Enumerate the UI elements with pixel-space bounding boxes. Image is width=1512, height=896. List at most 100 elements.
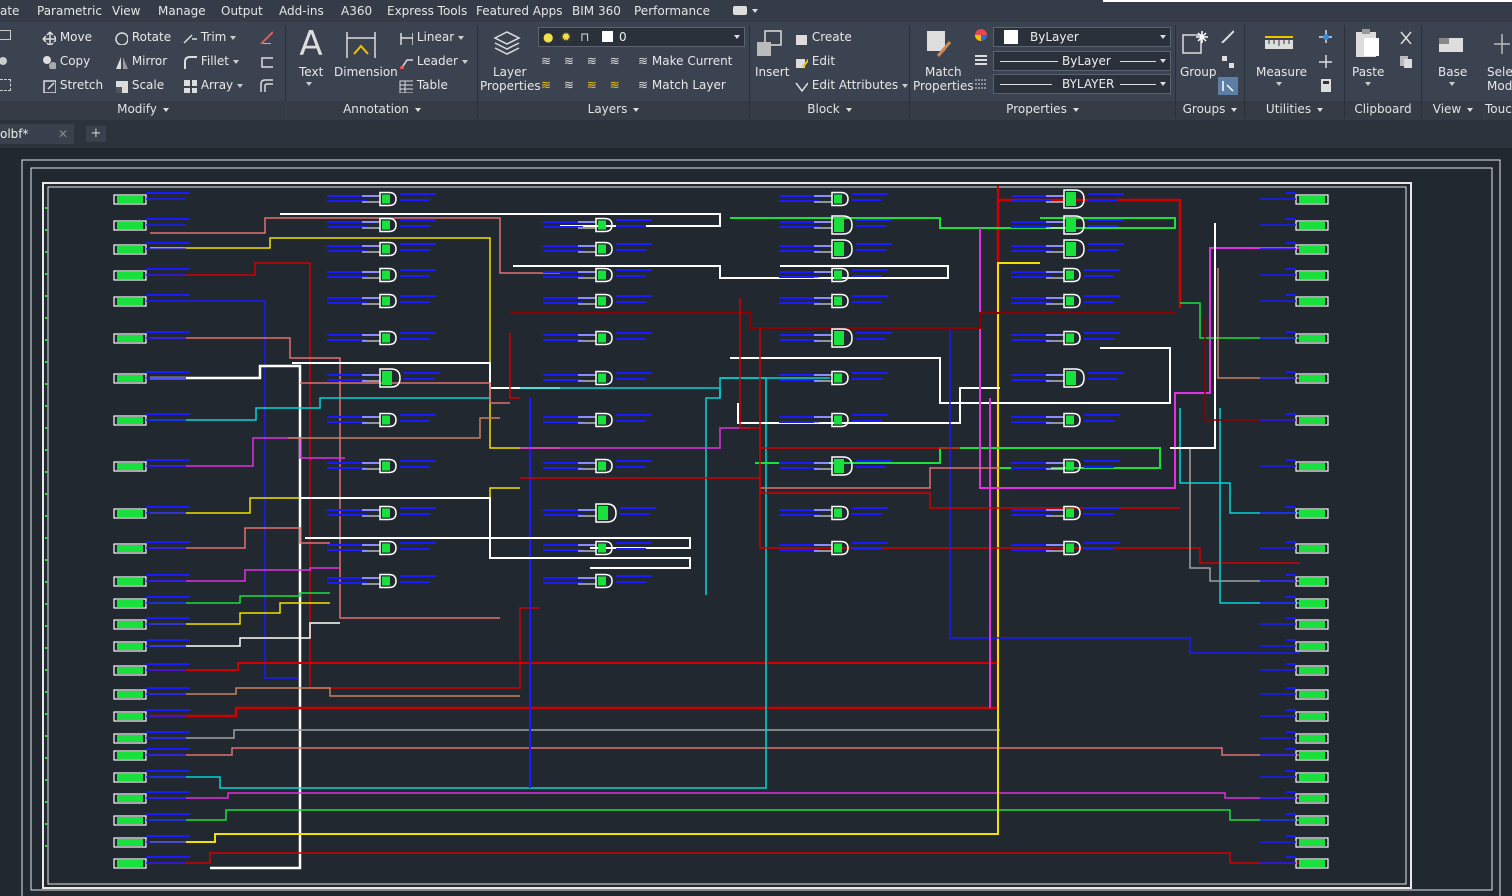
tab-output[interactable]: Output [221,4,263,18]
edit-block-button[interactable]: Edit [794,54,835,69]
file-tab[interactable]: olbf* ✕ [0,124,74,144]
drawing-canvas[interactable] [0,148,1512,896]
chevron-down-icon[interactable] [461,59,468,64]
tab-add-ins[interactable]: Add-ins [279,4,324,18]
layer-freeze-icon[interactable]: ≋ [587,54,597,68]
tab-performance[interactable]: Performance [634,4,710,18]
trim-button[interactable]: Trim [183,30,237,45]
offset-icon[interactable] [259,78,273,92]
select-mode-label-2[interactable]: Mod [1487,79,1512,93]
block-panel-title[interactable]: Block [750,101,909,120]
group-selection-icon[interactable] [1218,77,1238,95]
chevron-down-icon[interactable] [237,83,244,88]
chevron-down-icon[interactable] [232,59,239,64]
match-properties-icon[interactable] [924,28,954,58]
view-panel-title[interactable]: View [1422,101,1484,120]
measure-label[interactable]: Measure [1256,65,1307,79]
id-point-icon[interactable] [1318,54,1332,68]
base-label[interactable]: Base [1438,65,1467,79]
copy-button[interactable]: Copy [42,54,90,70]
layer-unisolate-icon[interactable]: ≋ [564,78,574,92]
utilities-panel-title[interactable]: Utilities [1245,101,1344,120]
linear-button[interactable]: Linear [399,30,465,45]
draw-tool-icon[interactable] [0,79,11,91]
table-button[interactable]: Table [399,78,448,93]
paste-icon[interactable] [1354,27,1382,59]
layers-panel-title[interactable]: Layers [478,101,749,120]
color-dropdown[interactable]: ByLayer [993,27,1171,47]
tab-bim-360[interactable]: BIM 360 [572,4,621,18]
drawing-svg[interactable] [0,148,1512,896]
array-button[interactable]: Array [183,78,244,94]
layer-thaw-icon[interactable]: ≋ [587,78,597,92]
tab-partial[interactable]: ate [0,4,19,18]
measure-icon[interactable] [1264,34,1294,54]
chevron-down-icon[interactable] [306,82,312,86]
annotation-panel-title[interactable]: Annotation [287,101,477,120]
tab-express-tools[interactable]: Express Tools [387,4,467,18]
dimension-label[interactable]: Dimension [334,65,398,79]
clipboard-panel-title[interactable]: Clipboard [1345,101,1421,120]
chevron-down-icon[interactable] [1276,82,1282,86]
new-tab-button[interactable]: + [86,126,106,142]
base-view-icon[interactable] [1436,32,1466,56]
group-label[interactable]: Group [1180,65,1217,79]
draw-tool-icon[interactable] [0,30,11,40]
make-current-button[interactable]: ≋ Make Current [638,54,732,68]
create-block-button[interactable]: Create [794,30,852,45]
color-wheel-icon[interactable] [974,28,988,42]
select-mode-label-1[interactable]: Selec [1487,65,1512,79]
move-button[interactable]: Move [42,30,92,47]
stretch-button[interactable]: Stretch [42,78,103,94]
insert-block-icon[interactable] [753,28,785,60]
layer-properties-icon[interactable] [492,28,522,58]
chevron-down-icon[interactable] [230,35,237,40]
group-edit-icon[interactable] [1220,54,1234,68]
chevron-down-icon[interactable] [902,83,909,88]
lineweight-dropdown[interactable]: BYLAYER [993,74,1171,94]
match-properties-label-2[interactable]: Properties [913,79,974,93]
scale-button[interactable]: Scale [114,78,164,93]
modify-panel-title[interactable]: Modify [0,101,286,120]
erase-icon[interactable] [259,30,273,44]
layer-isolate-icon[interactable]: ≋ [564,54,574,68]
quick-select-icon[interactable] [1318,29,1332,43]
insert-label[interactable]: Insert [755,65,789,79]
tab-a360[interactable]: A360 [341,4,372,18]
match-properties-label-1[interactable]: Match [925,65,962,79]
chevron-down-icon[interactable] [458,35,465,40]
chevron-down-icon[interactable] [1365,82,1371,86]
rotate-button[interactable]: Rotate [114,30,171,46]
layer-properties-label-1[interactable]: Layer [493,65,526,79]
properties-panel-title[interactable]: Properties [910,101,1175,120]
touch-panel-title[interactable]: Touc [1485,101,1512,120]
linetype-icon[interactable] [974,77,988,91]
cut-icon[interactable] [1398,30,1412,44]
chevron-down-icon[interactable] [1449,82,1455,86]
copy-clip-icon[interactable] [1398,54,1412,68]
paste-label[interactable]: Paste [1352,65,1384,79]
close-icon[interactable]: ✕ [58,127,68,141]
chevron-down-icon[interactable] [752,9,758,13]
linetype-dropdown[interactable]: ByLayer [993,51,1171,71]
group-icon[interactable] [1180,27,1212,59]
match-layer-button[interactable]: ≋ Match Layer [638,78,726,92]
tab-parametric[interactable]: Parametric [37,4,102,18]
ungroup-icon[interactable] [1220,29,1234,43]
explode-icon[interactable] [259,54,273,68]
leader-button[interactable]: Leader [399,54,468,70]
layer-properties-label-2[interactable]: Properties [480,79,541,93]
layer-unlock-icon[interactable]: ≋ [610,78,620,92]
workspace-icon[interactable] [733,6,747,15]
groups-panel-title[interactable]: Groups [1176,101,1244,120]
mirror-button[interactable]: Mirror [114,54,167,69]
lineweight-icon[interactable] [974,53,988,67]
layer-off-icon[interactable]: ≋ [541,54,551,68]
draw-tool-icon[interactable] [0,55,10,65]
tab-manage[interactable]: Manage [158,4,206,18]
tab-view[interactable]: View [112,4,140,18]
fillet-button[interactable]: Fillet [183,54,239,69]
tab-featured-apps[interactable]: Featured Apps [476,4,562,18]
layer-on-icon[interactable]: ≋ [541,78,551,92]
layer-dropdown[interactable]: ● ✹ ⊓ 0 [538,27,745,47]
